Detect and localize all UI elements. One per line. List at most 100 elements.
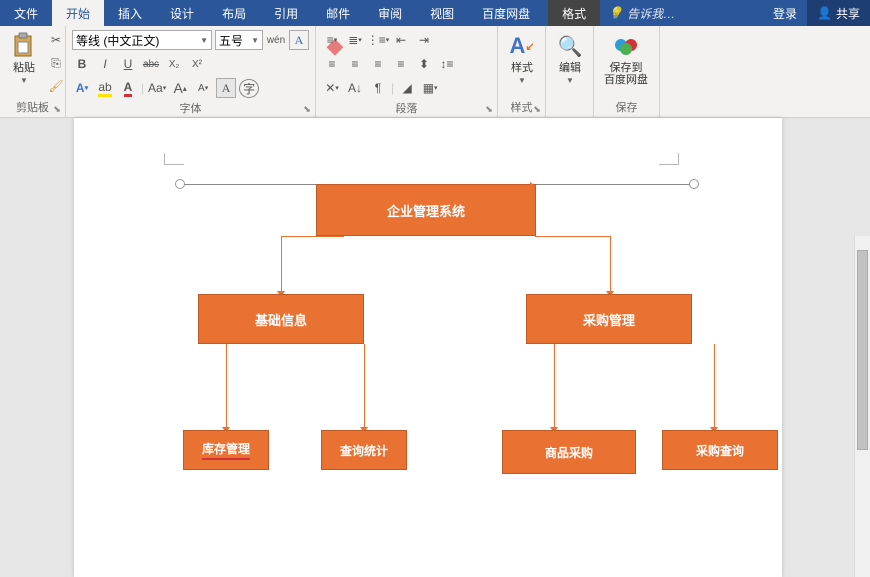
find-icon: 🔍 [556,32,584,60]
share-button[interactable]: 👤 共享 [807,0,870,26]
menu-tab-baidu[interactable]: 百度网盘 [468,0,544,26]
line-spacing-button[interactable]: ↕≡ [437,54,457,74]
char-shading-button[interactable]: A [216,78,236,98]
font-name-combo[interactable]: 等线 (中文正文)▼ [72,30,212,50]
menu-tab-references[interactable]: 引用 [260,0,312,26]
bullets-button[interactable]: ≡▾ [322,30,342,50]
highlight-icon: ab [98,80,111,97]
justify-button[interactable]: ≡ [391,54,411,74]
page[interactable]: 企业管理系统 基础信息 采购管理 库存管理 查询统计 商品采购 采购查询 [74,118,782,577]
connector [535,236,611,237]
format-painter-button[interactable]: 🖌 [46,76,66,96]
grow-font-button[interactable]: A▴ [170,78,190,98]
dialog-launcher-paragraph[interactable]: ⬊ [483,103,495,115]
underline-button[interactable]: U [118,54,138,74]
font-color-button[interactable]: A [118,78,138,98]
shape-purchase-mgmt[interactable]: 采购管理 [526,294,692,344]
subscript-button[interactable]: X₂ [164,54,184,74]
connector [281,236,344,237]
paste-button[interactable]: 粘贴 ▼ [6,30,42,87]
share-label: 共享 [836,5,860,22]
ribbon-group-font: 等线 (中文正文)▼ 五号▼ wén A B I U abc X₂ X² A▾ … [66,26,316,117]
vertical-scrollbar[interactable] [854,236,870,577]
shape-basic-info[interactable]: 基础信息 [198,294,364,344]
connector [281,236,282,294]
group-label-save: 保存 [600,97,653,117]
menu-tab-file[interactable]: 文件 [0,0,52,26]
shading-button[interactable]: ◢ [397,78,417,98]
decrease-indent-button[interactable]: ⇤ [391,30,411,50]
strike-button[interactable]: abc [141,54,161,74]
copy-button[interactable]: ⎘ [46,53,66,73]
menu-tab-home[interactable]: 开始 [52,0,104,26]
chevron-down-icon: ▼ [566,76,574,85]
font-size-combo[interactable]: 五号▼ [215,30,263,50]
font-color-icon: A [124,80,133,97]
margin-marker [659,153,679,165]
text-effects-button[interactable]: A▾ [72,78,92,98]
cut-button[interactable]: ✂ [46,30,66,50]
align-left-button[interactable]: ≡ [322,54,342,74]
superscript-button[interactable]: X² [187,54,207,74]
connector [610,236,611,294]
shape-query-stats[interactable]: 查询统计 [321,430,407,470]
menu-tab-review[interactable]: 审阅 [364,0,416,26]
dialog-launcher-styles[interactable]: ⬊ [531,103,543,115]
save-baidu-button[interactable]: 保存到 百度网盘 [600,30,652,88]
dialog-launcher-font[interactable]: ⬊ [301,103,313,115]
menu-tab-format[interactable]: 格式 [548,0,600,26]
shape-goods-purchase[interactable]: 商品采购 [502,430,636,474]
connector [714,344,715,430]
shrink-font-button[interactable]: A▾ [193,78,213,98]
shape-root[interactable]: 企业管理系统 [316,184,536,236]
bold-button[interactable]: B [72,54,92,74]
tell-me-placeholder: 告诉我… [627,5,675,22]
align-center-button[interactable]: ≡ [345,54,365,74]
change-case-button[interactable]: Aa▾ [147,78,167,98]
chevron-down-icon: ▼ [251,36,259,45]
increase-indent-button[interactable]: ⇥ [414,30,434,50]
character-border-button[interactable]: A [289,30,309,50]
editing-button[interactable]: 🔍 编辑 ▼ [552,30,588,87]
menu-tab-design[interactable]: 设计 [156,0,208,26]
menu-tab-view[interactable]: 视图 [416,0,468,26]
styles-button[interactable]: A↙ 样式 ▼ [504,30,540,87]
chevron-down-icon: ▼ [518,76,526,85]
ribbon-group-styles: A↙ 样式 ▼ 样式 ⬊ [498,26,546,117]
group-label-font: 字体 [72,98,309,118]
connector [554,344,555,430]
menu-tab-insert[interactable]: 插入 [104,0,156,26]
login-button[interactable]: 登录 [763,0,807,26]
margin-marker [164,153,184,165]
show-marks-button[interactable]: ¶ [368,78,388,98]
italic-button[interactable]: I [95,54,115,74]
arrow-right-icon [530,182,536,190]
menu-tab-mailings[interactable]: 邮件 [312,0,364,26]
ribbon-group-save: 保存到 百度网盘 保存 [594,26,660,117]
connector [364,344,365,430]
ribbon-group-clipboard: 粘贴 ▼ ✂ ⎘ 🖌 剪贴板 ⬊ [0,26,66,117]
selection-handle[interactable] [175,179,185,189]
scrollbar-thumb[interactable] [857,250,868,450]
align-right-button[interactable]: ≡ [368,54,388,74]
enclose-char-button[interactable]: 字 [239,78,259,98]
selection-handle[interactable] [689,179,699,189]
tell-me[interactable]: 💡 告诉我… [600,0,683,26]
asian-layout-button[interactable]: ✕▾ [322,78,342,98]
brush-icon: 🖌 [48,79,63,93]
highlight-button[interactable]: ab [95,78,115,98]
sort-button[interactable]: A↓ [345,78,365,98]
numbering-button[interactable]: ≣▾ [345,30,365,50]
menu-bar: 文件 开始 插入 设计 布局 引用 邮件 审阅 视图 百度网盘 格式 💡 告诉我… [0,0,870,26]
shape-inventory[interactable]: 库存管理 [183,430,269,470]
distribute-button[interactable]: ⬍ [414,54,434,74]
multilevel-button[interactable]: ⋮≡▾ [368,30,388,50]
shape-purchase-query[interactable]: 采购查询 [662,430,778,470]
lightbulb-icon: 💡 [608,6,623,20]
menu-tab-layout[interactable]: 布局 [208,0,260,26]
phonetic-guide-button[interactable]: wén [266,30,286,50]
borders-button[interactable]: ▦▾ [420,78,440,98]
ribbon-group-editing: 🔍 编辑 ▼ . [546,26,594,117]
dialog-launcher-clipboard[interactable]: ⬊ [51,103,63,115]
chevron-down-icon: ▼ [200,36,208,45]
